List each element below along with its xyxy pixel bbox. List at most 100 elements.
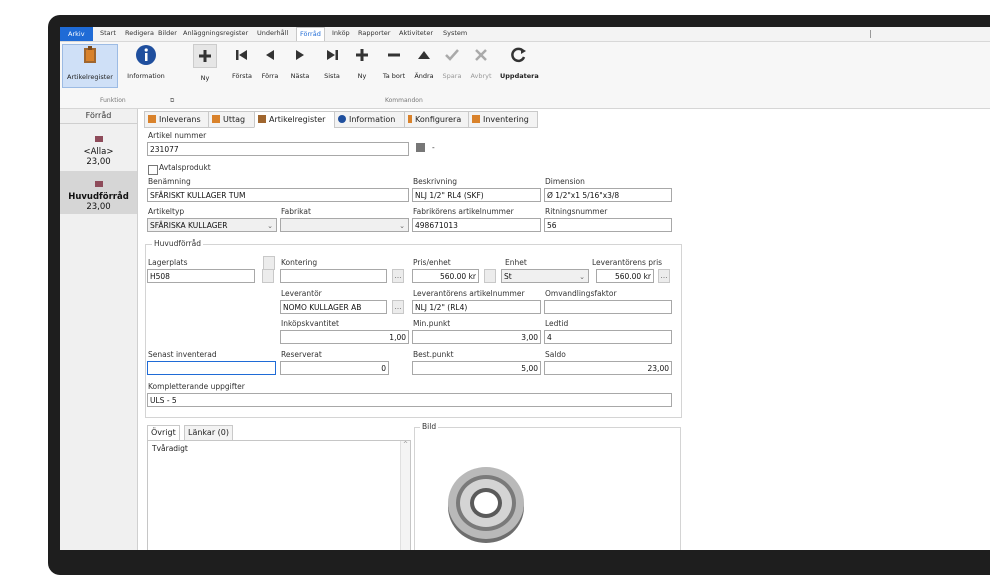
sista-button[interactable]: Sista [320,44,344,80]
picker-icon[interactable] [416,143,425,152]
ritningsnummer-label: Ritningsnummer [545,207,608,216]
omvandling-field[interactable] [544,300,672,314]
fabrikat-select[interactable]: ⌄ [280,218,409,232]
tab-inventering[interactable]: Inventering [468,111,538,128]
menu-aktiviteter[interactable]: Aktiviteter [399,29,433,37]
kompl-field[interactable]: ULS - 5 [147,393,672,407]
lev-pris-field[interactable]: 560.00 kr [596,269,654,283]
menu-underhall[interactable]: Underhåll [257,29,288,37]
artikel-nummer-field[interactable]: 231077 [147,142,409,156]
tab-lankar[interactable]: Länkar (0) [184,425,233,441]
pris-field[interactable]: 560.00 kr [412,269,479,283]
kompl-label: Kompletterande uppgifter [148,382,245,391]
scrollbar[interactable]: ^ [400,441,410,550]
tools-icon [408,115,412,123]
lev-pris-browse-button[interactable]: … [658,269,670,283]
ribbon: Artikelregister Information Ny Första Fö… [60,42,990,109]
tab-uttag[interactable]: Uttag [208,111,256,128]
artikeltyp-select[interactable]: SFÄRISKA KULLAGER ⌄ [147,218,277,232]
tab-konfigurera[interactable]: Konfigurera [404,111,470,128]
chevron-down-icon: ⌄ [579,273,585,281]
tab-information[interactable]: Information [334,111,406,128]
forsta-button[interactable]: Första [230,44,254,80]
group-launcher-icon[interactable]: ⧉ [170,97,174,105]
sidebar-item-alla[interactable]: <Alla> 23,00 [60,128,137,167]
sidebar-item-huvudforrad[interactable]: Huvudförråd 23,00 [60,171,137,214]
ovrigt-textarea[interactable]: Tvåradigt ^ [147,440,411,550]
avtalsprodukt-checkbox[interactable] [148,165,158,175]
andra-label: Ändra [414,72,434,80]
tab-label: Uttag [223,115,246,124]
chevron-down-icon: ⌄ [267,222,273,230]
bestpunkt-field[interactable]: 5,00 [412,361,541,375]
refresh-icon [508,44,530,66]
beskrivning-label: Beskrivning [413,177,457,186]
inkopskvant-field[interactable]: 1,00 [280,330,409,344]
ritningsnummer-field[interactable]: 56 [544,218,672,232]
minpunkt-field[interactable]: 3,00 [412,330,541,344]
menu-anlaggningsregister[interactable]: Anläggningsregister [183,29,248,37]
ovrigt-text: Tvåradigt [152,444,188,453]
spara-label: Spara [442,72,462,80]
tab-inleverans[interactable]: Inleverans [144,111,210,128]
uppdatera-button[interactable]: Uppdatera [500,44,539,80]
lagerplats-small-button[interactable] [263,256,275,270]
dimension-field[interactable]: Ø 1/2"x1 5/16"x3/8 [544,188,672,202]
omvandling-label: Omvandlingsfaktor [545,289,617,298]
menu-start[interactable]: Start [100,29,116,37]
bearing-image [442,455,530,547]
spara-button[interactable]: Spara [440,44,464,80]
menu-inkop[interactable]: Inköp [332,29,350,37]
tab-ovrigt[interactable]: Övrigt [147,425,180,441]
info-icon [338,115,346,123]
pris-button[interactable] [484,269,496,283]
tabort-button[interactable]: Ta bort [380,44,408,80]
checkmark-icon [441,44,463,66]
forra-button[interactable]: Förra [258,44,282,80]
ny-row-button[interactable]: Ny [350,44,374,80]
avbryt-button[interactable]: Avbryt [468,44,494,80]
form-icon [472,115,480,123]
forsta-label: Första [231,72,253,80]
artikelregister-button[interactable]: Artikelregister [62,44,118,88]
ny-button[interactable]: Ny [190,44,220,82]
leverantor-browse-button[interactable]: … [392,300,404,314]
kontering-field[interactable] [280,269,387,283]
lagerplats-browse-button[interactable] [262,269,274,283]
menu-arkiv[interactable]: Arkiv [60,27,93,41]
app-window: Arkiv Start Redigera Bilder Anläggningsr… [60,27,990,550]
sidebar-item-name: Huvudförråd [68,192,129,202]
huvudforrad-legend: Huvudförråd [152,239,203,248]
previous-icon [259,44,281,66]
senast-label: Senast inventerad [148,350,217,359]
fabrikorens-field[interactable]: 498671013 [412,218,541,232]
senast-inventerad-field[interactable] [147,361,276,375]
beskrivning-field[interactable]: NLJ 1/2" RL4 (SKF) [412,188,541,202]
book-icon [258,115,266,123]
last-record-icon [321,44,343,66]
benamning-field[interactable]: SFÄRISKT KULLAGER TUM [147,188,409,202]
menu-redigera[interactable]: Redigera [125,29,154,37]
tab-label: Inventering [483,115,529,124]
leverantor-field[interactable]: NOMO KULLAGER AB [280,300,387,314]
tab-artikelregister[interactable]: Artikelregister [254,111,336,128]
artikeltyp-value: SFÄRISKA KULLAGER [150,221,228,230]
reserverat-field[interactable]: 0 [280,361,389,375]
lagerplats-field[interactable]: H508 [147,269,255,283]
menu-bar: Arkiv Start Redigera Bilder Anläggningsr… [60,27,990,42]
andra-button[interactable]: Ändra [412,44,436,80]
menu-bilder[interactable]: Bilder [158,29,177,37]
suffix-text: - [432,143,435,152]
menu-forrad[interactable]: Förråd [296,27,325,41]
enhet-select[interactable]: St ⌄ [501,269,589,283]
menu-system[interactable]: System [443,29,467,37]
saldo-field[interactable]: 23,00 [544,361,672,375]
nasta-button[interactable]: Nästa [288,44,312,80]
lev-artnr-field[interactable]: NLJ 1/2" (RL4) [412,300,541,314]
menu-rapporter[interactable]: Rapporter [358,29,390,37]
ledtid-field[interactable]: 4 [544,330,672,344]
information-button[interactable]: Information [124,44,168,80]
sidebar-item-name: <Alla> [83,147,114,157]
leverantor-label: Leverantör [281,289,322,298]
kontering-browse-button[interactable]: … [392,269,404,283]
